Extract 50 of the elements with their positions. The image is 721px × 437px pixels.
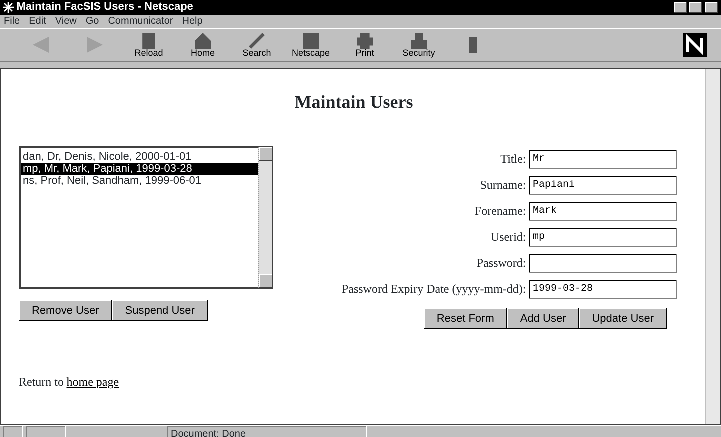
action-button[interactable]: Suspend User <box>112 300 208 321</box>
list-item[interactable]: mp, Mr, Mark, Papiani, 1999-03-28 <box>21 162 258 175</box>
input-field[interactable]: 1999-03-28 <box>529 280 677 298</box>
input-field[interactable]: mp <box>529 228 677 246</box>
minimize-button[interactable] <box>674 2 686 13</box>
menu-item[interactable]: Go <box>86 14 100 29</box>
input-field[interactable] <box>529 254 677 272</box>
app-icon <box>3 2 14 13</box>
menu-item[interactable]: File <box>4 14 20 29</box>
maximize-button[interactable] <box>689 2 702 13</box>
list-item[interactable]: dan, Dr, Denis, Nicole, 2000-01-01 <box>21 150 258 163</box>
input-field[interactable]: Mr <box>529 150 677 168</box>
menu-item[interactable]: Edit <box>29 14 46 29</box>
field-label: Surname: <box>480 177 526 194</box>
toolbar-button[interactable]: Reload <box>122 28 176 62</box>
status-text: Document: Done <box>167 426 367 437</box>
input-field[interactable]: Mark <box>529 202 677 220</box>
toolbar-button[interactable]: Home <box>176 28 230 62</box>
input-field[interactable]: Papiani <box>529 176 677 194</box>
house-icon <box>195 32 211 48</box>
action-button[interactable]: Add User <box>507 308 580 328</box>
scroll-down-button[interactable] <box>259 274 273 288</box>
toolbar-button[interactable]: Search <box>230 28 284 62</box>
toolbar-button[interactable]: Security <box>392 28 446 62</box>
page-heading: Maintain Users <box>294 91 414 114</box>
list-item[interactable]: ns, Prof, Neil, Sandham, 1999-06-01 <box>21 174 258 187</box>
forward-arrow-icon <box>87 37 103 53</box>
toolbar-button[interactable]: Print <box>338 28 392 62</box>
user-listbox[interactable]: dan, Dr, Denis, Nicole, 2000-01-01 mp, Mr, Mark, Papiani, 1999-03-28 ns, Prof, Neil, Sandham, 1999-06-01 <box>19 146 273 289</box>
close-button[interactable] <box>705 2 718 13</box>
menu-item[interactable]: Help <box>182 14 203 29</box>
field-label: Password Expiry Date (yyyy-mm-dd): <box>342 281 526 298</box>
action-button[interactable]: Reset Form <box>424 308 508 328</box>
field-label: Title: <box>500 151 526 168</box>
scrollbar[interactable] <box>705 69 720 424</box>
field-label: Forename: <box>474 203 526 220</box>
menu-item[interactable]: Communicator <box>108 14 174 29</box>
toolbar-button[interactable]: Netscape <box>284 28 338 62</box>
back-arrow-icon <box>33 37 49 53</box>
browser-logo <box>683 33 707 57</box>
window-title: Maintain FacSIS Users - Netscape <box>16 0 194 16</box>
home-link[interactable]: home page <box>66 372 120 390</box>
action-button[interactable]: Update User <box>579 308 667 328</box>
footer-text: Return to <box>19 374 64 390</box>
field-label: Password: <box>476 255 526 272</box>
action-button[interactable]: Remove User <box>19 300 112 321</box>
search-icon <box>249 32 265 48</box>
menu-item[interactable]: View <box>55 14 77 29</box>
scroll-up-button[interactable] <box>259 147 273 161</box>
field-label: Userid: <box>490 229 526 246</box>
